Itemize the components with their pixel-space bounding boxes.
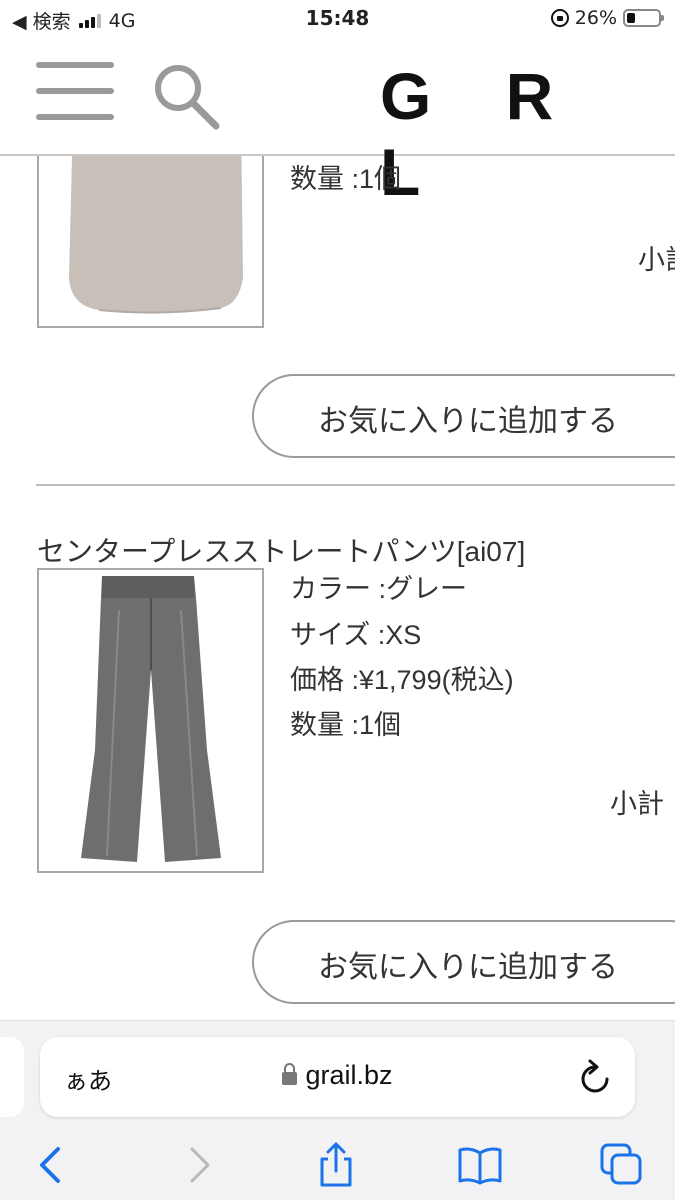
item2-name[interactable]: センタープレスストレートパンツ[ai07]: [37, 530, 525, 570]
item2-color: カラー :グレー: [290, 574, 468, 604]
favorite-button-label: お気に入りに追加する: [318, 405, 618, 438]
lock-icon: [282, 1063, 298, 1085]
pants-image: [81, 576, 221, 862]
menu-icon[interactable]: [36, 60, 116, 124]
item1-quantity: 数量 :1個: [290, 164, 402, 194]
item2-size: サイズ :XS: [290, 620, 422, 650]
add-to-favorites-button-item1[interactable]: お気に入りに追加する: [252, 374, 675, 458]
add-to-favorites-button-item2[interactable]: お気に入りに追加する: [252, 920, 675, 1004]
item-divider: [36, 484, 675, 486]
forward-chevron-icon[interactable]: [174, 1141, 222, 1189]
browser-bottom-bar: ぁあ grail.bz: [0, 1020, 675, 1200]
url-text: grail.bz: [305, 1060, 393, 1090]
product-image-pants[interactable]: [37, 568, 264, 873]
back-chevron-icon[interactable]: [28, 1141, 76, 1189]
knit-top-image: [69, 156, 243, 314]
product-image-top[interactable]: [37, 156, 264, 328]
item2-subtotal-label: 小計: [610, 789, 664, 819]
tabs-icon[interactable]: [598, 1141, 646, 1189]
status-bar: ◀ 検索 4G 15:48 26%: [0, 0, 675, 38]
site-header: G R L: [0, 38, 675, 209]
share-icon[interactable]: [312, 1141, 360, 1189]
bookmarks-icon[interactable]: [456, 1141, 504, 1189]
favorite-button-label: お気に入りに追加する: [318, 951, 618, 984]
battery-percent: 26%: [574, 7, 617, 29]
url-display[interactable]: grail.bz: [40, 1060, 635, 1091]
item2-price: 価格 :¥1,799(税込): [290, 665, 514, 695]
battery-icon: [623, 9, 664, 27]
cart-content: 数量 :1個 小計 お気に入りに追加する センタープレスストレートパンツ[ai0…: [0, 156, 675, 1020]
previous-tab-edge[interactable]: [0, 1037, 24, 1117]
browser-toolbar: [0, 1131, 675, 1200]
item1-subtotal-label: 小計: [638, 245, 675, 275]
item2-quantity: 数量 :1個: [290, 710, 402, 740]
search-icon[interactable]: [152, 62, 222, 132]
orientation-lock-icon: [550, 9, 569, 27]
address-bar[interactable]: ぁあ grail.bz: [40, 1037, 635, 1117]
status-right: 26%: [550, 7, 664, 29]
reload-icon[interactable]: [577, 1057, 613, 1097]
